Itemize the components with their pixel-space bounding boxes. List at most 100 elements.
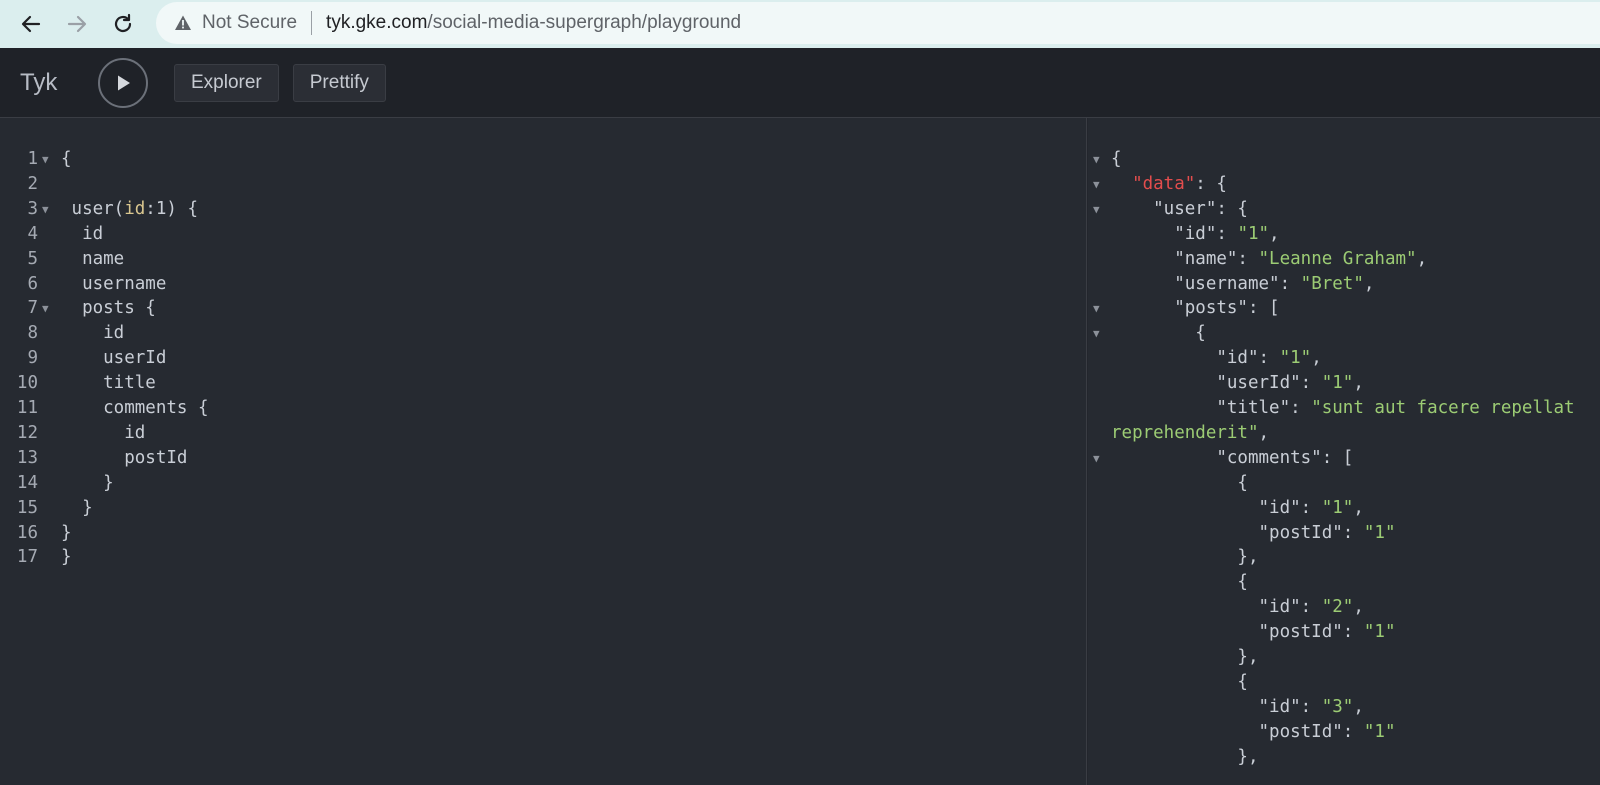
- code-token: id: [124, 198, 146, 219]
- query-editor[interactable]: 1 ▼{2 3 ▼ user(id:1) {4 id 5 name 6 username 7…: [0, 118, 1087, 785]
- code-token: {: [1111, 671, 1248, 692]
- security-label[interactable]: Not Secure: [202, 12, 297, 34]
- code-token: }: [61, 522, 72, 543]
- code-token: },: [1111, 547, 1259, 568]
- fold-toggle-icon[interactable]: ▼: [1093, 296, 1100, 321]
- line-number: 8: [27, 323, 38, 344]
- code-line: {: [1111, 471, 1248, 496]
- warning-icon: [175, 15, 191, 30]
- code-token: ,: [1353, 497, 1364, 518]
- line-number: 12: [16, 422, 38, 443]
- code-token: :1) {: [145, 198, 198, 219]
- line-number: 5: [27, 248, 38, 269]
- code-token: }: [61, 547, 72, 568]
- code-line: "data": {: [1111, 172, 1227, 197]
- fold-toggle-icon[interactable]: ▼: [42, 197, 49, 222]
- code-token: reprehenderit": [1111, 422, 1259, 443]
- fold-toggle-icon[interactable]: ▼: [1093, 172, 1100, 197]
- code-token: ,: [1258, 422, 1270, 443]
- code-line: "user": {: [1111, 197, 1248, 222]
- code-token: {: [1111, 572, 1248, 593]
- line-number: 4: [27, 223, 38, 244]
- code-line: username: [61, 272, 166, 297]
- code-token: "Leanne Graham": [1258, 248, 1417, 269]
- reload-button[interactable]: [100, 1, 146, 47]
- fold-toggle-icon[interactable]: ▼: [42, 147, 49, 172]
- code-token: "1": [1363, 522, 1396, 543]
- code-token: "username":: [1111, 273, 1301, 294]
- code-token: "sunt aut facere repellat: [1311, 398, 1575, 418]
- line-number: 14: [16, 472, 38, 493]
- code-token: user(: [61, 198, 125, 219]
- code-line: }: [61, 471, 114, 496]
- brand-title: Tyk: [20, 68, 58, 96]
- address-bar[interactable]: Not Secure tyk.gke.com/social-media-supe…: [156, 2, 1600, 44]
- fold-toggle-icon[interactable]: ▼: [1093, 147, 1100, 172]
- code-line: id: [61, 222, 103, 247]
- playground-toolbar: Tyk Explorer Prettify: [0, 48, 1600, 118]
- code-token: "3": [1321, 696, 1354, 717]
- code-token: ,: [1353, 597, 1364, 618]
- fold-toggle-icon[interactable]: ▼: [1093, 446, 1100, 471]
- line-number: 2: [27, 173, 38, 194]
- line-number: 17: [16, 547, 38, 568]
- url-host: tyk.gke.com: [326, 12, 428, 33]
- code-line: "id": "2",: [1111, 595, 1364, 620]
- code-line: reprehenderit",: [1111, 421, 1269, 446]
- code-token: },: [1111, 746, 1259, 767]
- fold-toggle-icon[interactable]: ▼: [1093, 197, 1100, 222]
- line-number: 13: [16, 447, 38, 468]
- code-token: comments {: [61, 398, 209, 418]
- code-line: {: [1111, 670, 1248, 695]
- code-line: "id": "1",: [1111, 346, 1322, 371]
- code-line: }: [61, 496, 93, 521]
- line-number: 7: [27, 298, 38, 319]
- code-token: ,: [1311, 348, 1322, 369]
- run-query-button[interactable]: [98, 57, 148, 108]
- result-viewer[interactable]: ▼ { ▼ "data": { ▼ "user": { "id": "1", "nam…: [1088, 118, 1600, 785]
- forward-button[interactable]: [54, 1, 100, 47]
- code-line: user(id:1) {: [61, 197, 198, 222]
- code-token: "id":: [1111, 223, 1238, 244]
- code-token: }: [61, 497, 93, 518]
- code-line: "postId": "1": [1111, 620, 1396, 645]
- back-button[interactable]: [8, 1, 54, 47]
- code-token: userId: [61, 348, 167, 369]
- code-line: id: [61, 321, 124, 346]
- code-line: "id": "1",: [1111, 496, 1364, 521]
- code-line: id: [61, 421, 145, 446]
- explorer-button[interactable]: Explorer: [174, 63, 279, 102]
- code-line: posts {: [61, 296, 156, 321]
- code-token: "id":: [1111, 696, 1322, 717]
- line-number: 15: [16, 497, 38, 518]
- fold-toggle-icon[interactable]: ▼: [1093, 321, 1100, 346]
- code-line: "posts": [: [1111, 296, 1279, 321]
- code-token: id: [61, 422, 146, 443]
- code-token: }: [61, 472, 114, 493]
- fold-toggle-icon[interactable]: ▼: [42, 296, 49, 321]
- code-token: "1": [1237, 223, 1270, 244]
- code-token: {: [1111, 472, 1248, 493]
- code-line: "name": "Leanne Graham",: [1111, 247, 1427, 272]
- code-token: "user": {: [1111, 198, 1248, 219]
- line-number: 9: [27, 348, 38, 369]
- code-line: {: [1111, 321, 1206, 346]
- code-token: title: [61, 373, 156, 394]
- code-line: postId: [61, 446, 187, 471]
- address-divider: [311, 11, 313, 35]
- reload-icon: [114, 13, 132, 33]
- code-line: "comments": [: [1111, 446, 1353, 471]
- code-token: "id":: [1111, 497, 1322, 518]
- code-token: {: [1111, 323, 1206, 344]
- arrow-right-icon: [67, 15, 87, 33]
- url-path: /social-media-supergraph/playground: [427, 12, 742, 33]
- code-line: "id": "3",: [1111, 695, 1364, 720]
- code-token: {: [61, 149, 72, 169]
- prettify-button[interactable]: Prettify: [292, 63, 386, 102]
- code-token: "userId":: [1111, 373, 1322, 394]
- code-token: "postId":: [1111, 721, 1364, 742]
- code-token: "2": [1321, 597, 1354, 618]
- code-token: "Bret": [1300, 273, 1364, 294]
- code-token: ,: [1269, 223, 1280, 244]
